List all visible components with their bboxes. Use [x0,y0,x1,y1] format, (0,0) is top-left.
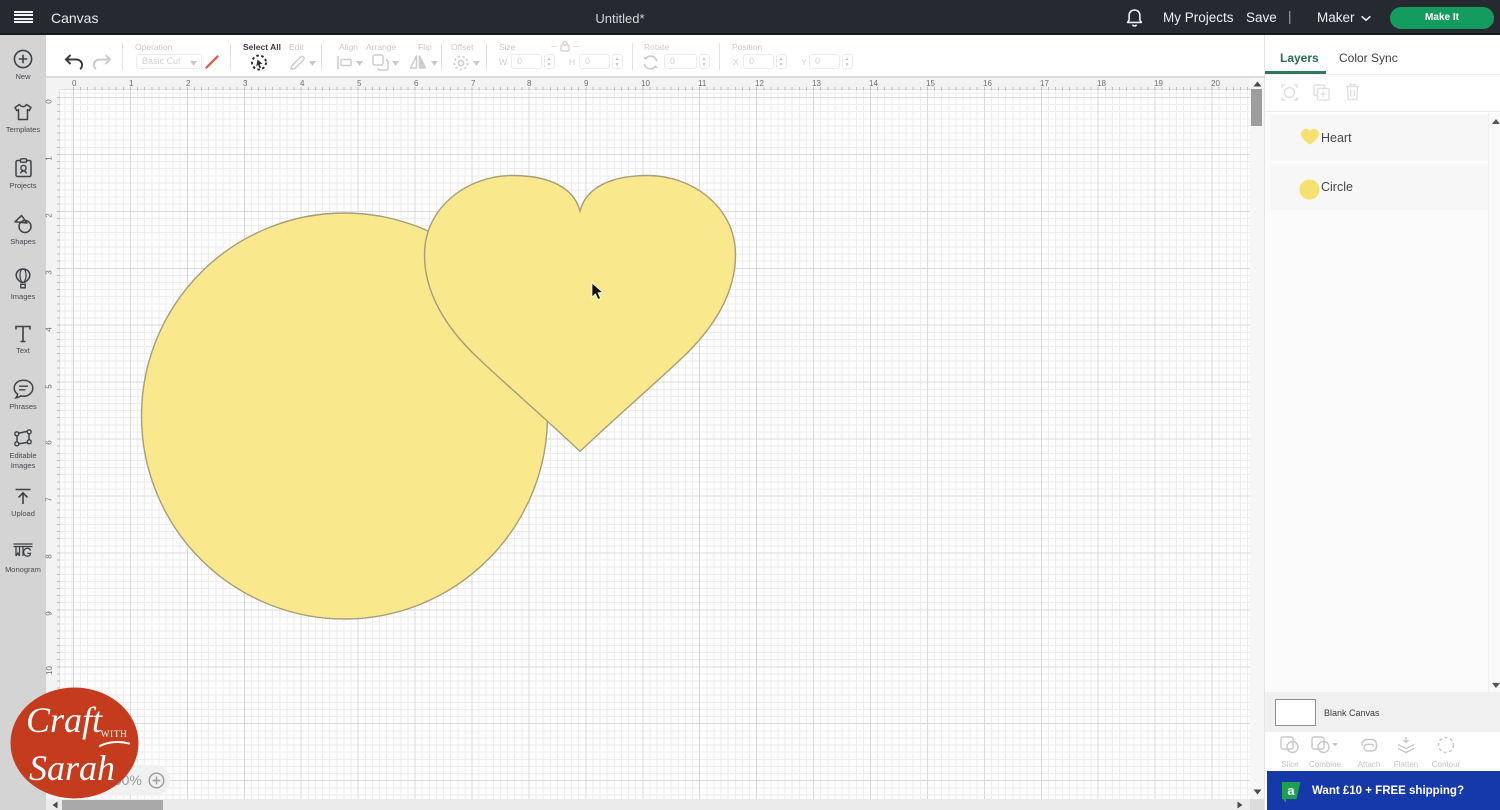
svg-text:WITH: WITH [101,730,128,740]
svg-text:Sarah: Sarah [29,748,115,788]
svg-text:a: a [1287,783,1295,798]
svg-text:Craft: Craft [26,700,103,740]
